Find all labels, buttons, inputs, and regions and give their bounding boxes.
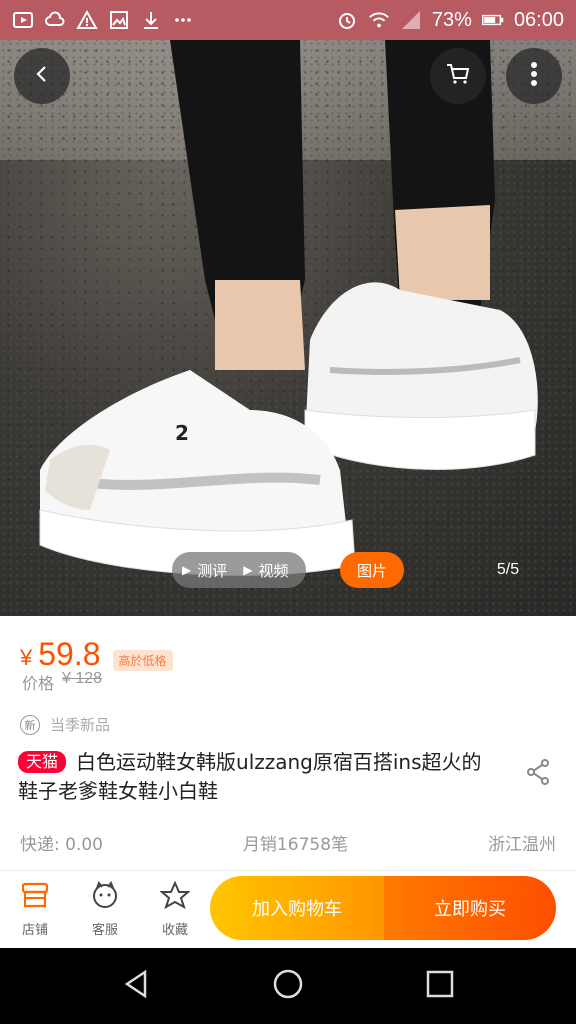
status-bar: 73% 06:00: [0, 0, 576, 40]
tab-review-video[interactable]: 测评: [197, 560, 227, 581]
share-button[interactable]: [522, 758, 554, 790]
product-title: 白色运动鞋女韩版ulzzang原宿百搭ins超火的鞋子老爹鞋女鞋小白鞋: [18, 750, 482, 803]
status-right: 73% 06:00: [336, 9, 564, 32]
more-button[interactable]: [506, 48, 562, 104]
currency-symbol: ¥: [20, 645, 33, 670]
monthly-sales: 月销16758笔: [242, 835, 349, 855]
service-button[interactable]: 客服: [80, 880, 130, 938]
nav-recents-icon: [427, 970, 454, 998]
battery-percent: 73%: [431, 8, 472, 31]
image-icon: [108, 9, 130, 31]
cloud-icon: [44, 9, 66, 31]
clock: 06:00: [513, 8, 564, 31]
product-title-block: 天猫 白色运动鞋女韩版ulzzang原宿百搭ins超火的鞋子老爹鞋女鞋小白鞋: [18, 748, 498, 806]
nav-recents-button[interactable]: [425, 969, 455, 1003]
svg-text:2: 2: [175, 421, 189, 445]
ship-location: 浙江温州: [487, 835, 556, 855]
shop-label: 店铺: [21, 923, 48, 938]
wifi-icon: [368, 9, 390, 31]
original-price-label: 价格: [22, 674, 55, 693]
price-tag: 高於低格: [112, 650, 173, 671]
price-row: ¥ 59.8 高於低格: [20, 636, 173, 673]
signal-icon: [400, 9, 422, 31]
shipping-sales-row: 快递: 0.00 月销16758笔 浙江温州: [20, 830, 556, 855]
play-icon: ▶: [243, 563, 253, 577]
battery-icon: [481, 9, 504, 31]
status-left: [12, 9, 194, 31]
new-arrival-row: 新 当季新品: [20, 714, 110, 735]
service-icon: [90, 880, 120, 913]
tmall-badge: 天猫: [18, 751, 67, 773]
product-gallery[interactable]: 2: [0, 40, 576, 616]
shipping-fee: 快递: 0.00: [20, 835, 103, 855]
service-label: 客服: [91, 923, 118, 938]
original-price: ¥ 128: [62, 670, 103, 687]
shop-icon: [20, 881, 50, 913]
play-icon: ▶: [182, 563, 192, 577]
tab-images[interactable]: 图片: [340, 552, 404, 588]
cart-button[interactable]: [430, 48, 486, 104]
more-icon: [530, 61, 538, 91]
new-badge: 新: [20, 714, 40, 735]
new-arrival-text: 当季新品: [50, 716, 111, 734]
tab-video[interactable]: 视频: [258, 560, 288, 581]
back-button[interactable]: [14, 48, 70, 104]
share-icon: [526, 759, 550, 789]
nav-home-button[interactable]: [272, 968, 304, 1004]
star-icon: [159, 880, 191, 913]
sneaker-photo: 2: [39, 40, 538, 576]
product-detail-screen: 73% 06:00 2 ▶ 测评 ▶ 视频 图片 5/5 ¥ 59.8 高於低格…: [0, 0, 576, 1024]
image-counter: 5/5: [496, 561, 520, 578]
buy-now-button[interactable]: 立即购买: [384, 876, 556, 940]
nav-back-button[interactable]: [121, 969, 151, 1003]
favorite-label: 收藏: [161, 923, 188, 938]
media-tabs: ▶ 测评 ▶ 视频: [172, 552, 306, 588]
back-arrow-icon: [32, 64, 52, 88]
add-to-cart-button[interactable]: 加入购物车: [210, 876, 384, 940]
alarm-icon: [336, 9, 358, 31]
favorite-button[interactable]: 收藏: [150, 880, 200, 938]
nav-home-icon: [273, 969, 303, 999]
original-price-row: 价格 ¥ 128: [22, 670, 102, 694]
cart-icon: [445, 62, 471, 90]
shop-button[interactable]: 店铺: [10, 881, 60, 938]
system-nav-bar: [0, 948, 576, 1024]
more-notifications-icon: [172, 9, 194, 31]
nav-back-icon: [124, 969, 146, 999]
download-icon: [140, 9, 162, 31]
video-play-icon: [12, 9, 34, 31]
current-price: 59.8: [38, 636, 101, 672]
warning-icon: [76, 9, 98, 31]
